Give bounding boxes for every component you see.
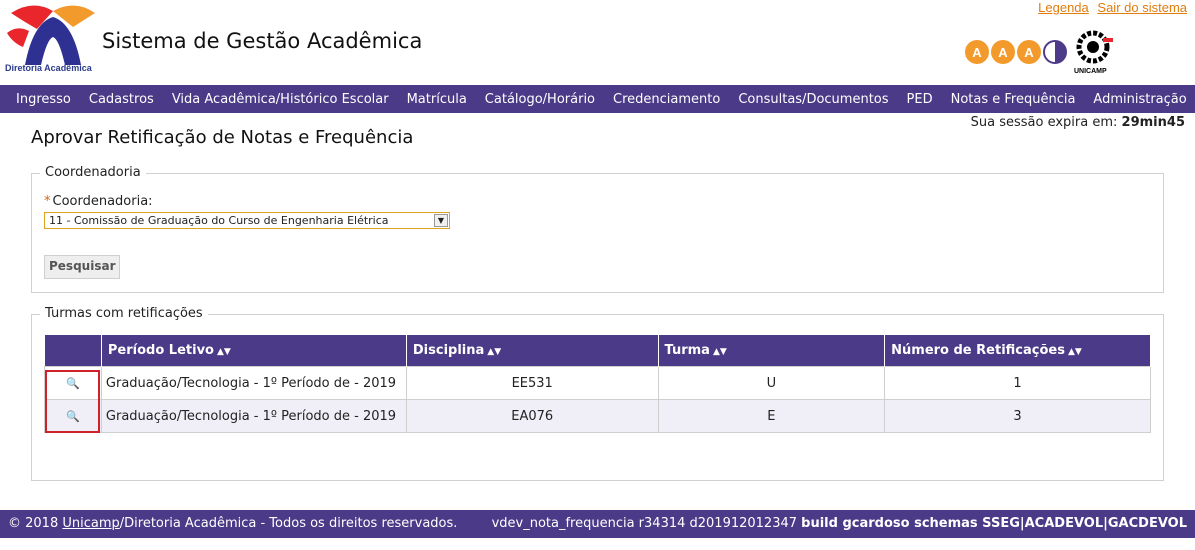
table-header-row: Período Letivo ▲▼ Disciplina ▲▼ Turma ▲▼ Nú… <box>44 335 1151 367</box>
cell-numero: 3 <box>884 399 1151 433</box>
menu-vida-academica[interactable]: Vida Acadêmica/Histórico Escolar <box>163 92 398 107</box>
sort-icon[interactable]: ▲▼ <box>487 347 501 357</box>
column-header-actions <box>44 335 102 367</box>
footer: © 2018 Unicamp/Diretoria Acadêmica - Tod… <box>0 510 1195 538</box>
coordenadoria-legend: Coordenadoria <box>40 165 146 180</box>
row-action-cell: 🔍 <box>44 366 102 400</box>
column-header-disciplina[interactable]: Disciplina ▲▼ <box>406 335 659 367</box>
turmas-table: Período Letivo ▲▼ Disciplina ▲▼ Turma ▲▼ Nú… <box>44 335 1151 433</box>
menu-ingresso[interactable]: Ingresso <box>0 92 80 107</box>
session-timer: Sua sessão expira em: 29min45 <box>971 115 1185 130</box>
coordenadoria-selected-value: 11 - Comissão de Graduação do Curso de E… <box>49 214 389 227</box>
session-value: 29min45 <box>1121 115 1185 130</box>
cell-turma: E <box>657 399 886 433</box>
menu-cadastros[interactable]: Cadastros <box>80 92 163 107</box>
coordenadoria-select[interactable]: 11 - Comissão de Graduação do Curso de E… <box>44 212 450 229</box>
top-links: Legenda Sair do sistema <box>1038 0 1187 15</box>
build-text: build gcardoso schemas SSEG|ACADEVOL|GAC… <box>801 516 1187 531</box>
font-increase-button[interactable]: A <box>1017 40 1041 64</box>
font-reset-button[interactable]: A <box>991 40 1015 64</box>
table-row: 🔍 Graduação/Tecnologia - 1º Período de -… <box>44 399 1151 433</box>
sort-icon[interactable]: ▲▼ <box>217 347 231 357</box>
menu-credenciamento[interactable]: Credenciamento <box>604 92 729 107</box>
footer-copyright: © 2018 Unicamp/Diretoria Acadêmica - Tod… <box>8 516 457 531</box>
menu-notas-frequencia[interactable]: Notas e Frequência <box>942 92 1085 107</box>
pesquisar-button[interactable]: Pesquisar <box>44 255 121 279</box>
coordenadoria-fieldset: Coordenadoria * Coordenadoria: 11 - Comis… <box>31 165 1164 293</box>
table-row: 🔍 Graduação/Tecnologia - 1º Período de -… <box>44 366 1151 400</box>
column-header-label: Turma <box>664 343 710 358</box>
menu-consultas-documentos[interactable]: Consultas/Documentos <box>729 92 897 107</box>
sair-link[interactable]: Sair do sistema <box>1097 0 1187 15</box>
column-header-periodo[interactable]: Período Letivo ▲▼ <box>101 335 407 367</box>
copyright-prefix: © 2018 <box>8 516 63 531</box>
legenda-link[interactable]: Legenda <box>1038 0 1089 15</box>
coordenadoria-label-text: Coordenadoria: <box>52 194 153 209</box>
menu-ped[interactable]: PED <box>898 92 942 107</box>
footer-version: vdev_nota_frequencia r34314 d20191201234… <box>492 516 1187 531</box>
app-title: Sistema de Gestão Acadêmica <box>102 29 423 53</box>
column-header-label: Período Letivo <box>107 343 214 358</box>
cell-numero: 1 <box>884 366 1151 400</box>
required-icon: * <box>44 194 51 209</box>
page-title: Aprovar Retificação de Notas e Frequênci… <box>31 127 414 148</box>
unicamp-link[interactable]: Unicamp <box>62 516 119 531</box>
column-header-turma[interactable]: Turma ▲▼ <box>658 335 886 367</box>
version-text: vdev_nota_frequencia r34314 d20191201234… <box>491 516 798 531</box>
column-header-label: Número de Retificações <box>891 343 1065 358</box>
cell-disciplina: EA076 <box>405 399 659 433</box>
sort-icon[interactable]: ▲▼ <box>1068 347 1082 357</box>
column-header-label: Disciplina <box>412 343 485 358</box>
cell-turma: U <box>657 366 886 400</box>
column-header-numero[interactable]: Número de Retificações ▲▼ <box>884 335 1151 367</box>
menu-administracao[interactable]: Administração <box>1084 92 1195 107</box>
magnifier-icon[interactable]: 🔍 <box>66 410 80 423</box>
contrast-icon[interactable] <box>1043 40 1067 64</box>
cell-periodo: Graduação/Tecnologia - 1º Período de - 2… <box>100 399 407 433</box>
turmas-legend: Turmas com retificações <box>40 306 208 321</box>
unicamp-label: UNICAMP <box>1074 68 1107 75</box>
coordenadoria-label: * Coordenadoria: <box>44 194 153 209</box>
logo-text: Diretoria Acadêmica <box>5 63 92 73</box>
session-label: Sua sessão expira em: <box>970 115 1118 130</box>
cell-periodo: Graduação/Tecnologia - 1º Período de - 2… <box>100 366 407 400</box>
font-decrease-button[interactable]: A <box>965 40 989 64</box>
header: Diretoria Acadêmica Sistema de Gestão Ac… <box>0 0 1195 85</box>
main-menu: Ingresso Cadastros Vida Acadêmica/Histór… <box>0 85 1195 113</box>
menu-catalogo-horario[interactable]: Catálogo/Horário <box>476 92 604 107</box>
magnifier-icon[interactable]: 🔍 <box>66 377 80 390</box>
sort-icon[interactable]: ▲▼ <box>713 347 727 357</box>
turmas-fieldset: Turmas com retificações Período Letivo ▲▼… <box>31 306 1164 481</box>
cell-disciplina: EE531 <box>405 366 659 400</box>
row-action-cell: 🔍 <box>44 399 102 433</box>
chevron-down-icon[interactable]: ▼ <box>434 214 448 227</box>
copyright-suffix: /Diretoria Acadêmica - Todos os direitos… <box>119 516 458 531</box>
accessibility-controls: A A A <box>965 40 1067 66</box>
menu-matricula[interactable]: Matrícula <box>398 92 476 107</box>
